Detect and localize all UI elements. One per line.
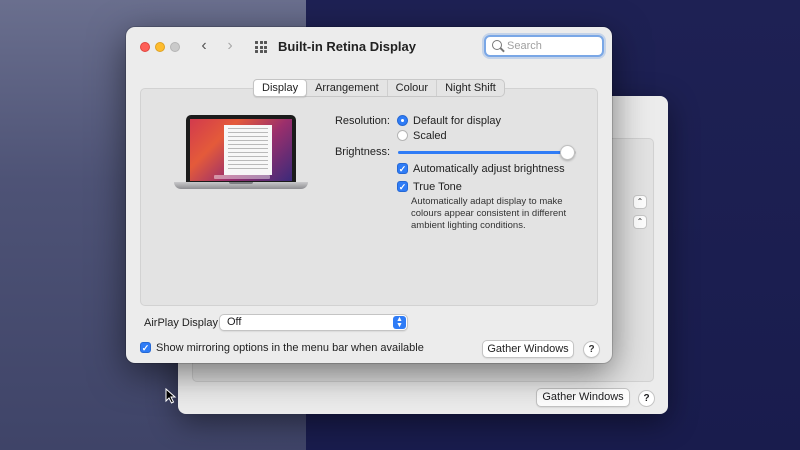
chevron-updown-icon: ▲ ▼: [393, 316, 406, 329]
airplay-display-value: Off: [227, 316, 242, 328]
search-input[interactable]: [507, 38, 597, 54]
laptop-screen-dock: [214, 175, 270, 179]
true-tone-checkbox[interactable]: ✓: [397, 181, 408, 192]
brightness-label: Brightness:: [334, 146, 390, 158]
window-title: Built-in Retina Display: [278, 39, 416, 54]
tab-bar: Display Arrangement Colour Night Shift: [253, 79, 505, 97]
auto-brightness-checkbox[interactable]: ✓: [397, 163, 408, 174]
show-mirroring-label[interactable]: Show mirroring options in the menu bar w…: [156, 342, 424, 354]
brightness-slider-knob[interactable]: [560, 145, 575, 160]
resolution-default-label[interactable]: Default for display: [413, 115, 501, 127]
airplay-display-select[interactable]: Off ▲ ▼: [219, 314, 408, 331]
help-button[interactable]: ?: [583, 341, 600, 358]
background-select-stepper-1[interactable]: ⌃: [633, 195, 647, 209]
airplay-display-label: AirPlay Display:: [144, 317, 222, 329]
tab-night-shift[interactable]: Night Shift: [437, 80, 504, 96]
display-preferences-window: ‹ › Built-in Retina Display Display Arra…: [126, 27, 612, 363]
macbook-illustration: [174, 115, 308, 193]
resolution-scaled-radio[interactable]: [397, 130, 408, 141]
brightness-slider[interactable]: [398, 145, 576, 160]
resolution-default-radio[interactable]: [397, 115, 408, 126]
laptop-notch: [229, 182, 253, 184]
gather-windows-button[interactable]: Gather Windows: [482, 340, 574, 358]
tab-colour[interactable]: Colour: [388, 80, 438, 96]
title-bar: ‹ › Built-in Retina Display: [126, 27, 612, 65]
true-tone-description: Automatically adapt display to make colo…: [411, 196, 567, 231]
background-help-button[interactable]: ?: [638, 390, 655, 407]
minimize-window-button[interactable]: [155, 42, 165, 52]
laptop-screen-document: [224, 125, 272, 175]
background-gather-windows-button[interactable]: Gather Windows: [536, 388, 630, 407]
forward-arrow-icon[interactable]: ›: [222, 37, 238, 55]
tab-display[interactable]: Display: [253, 79, 308, 97]
true-tone-label[interactable]: True Tone: [413, 181, 462, 193]
search-field[interactable]: [484, 35, 604, 57]
zoom-window-button[interactable]: [170, 42, 180, 52]
background-select-stepper-2[interactable]: ⌃: [633, 215, 647, 229]
brightness-slider-fill: [398, 151, 567, 154]
resolution-scaled-label[interactable]: Scaled: [413, 130, 447, 142]
close-window-button[interactable]: [140, 42, 150, 52]
show-all-grid-icon[interactable]: [255, 41, 267, 53]
laptop-screen: [190, 119, 292, 181]
back-arrow-icon[interactable]: ‹: [196, 37, 212, 55]
resolution-label: Resolution:: [334, 115, 390, 127]
mouse-pointer-icon: [165, 388, 177, 404]
tab-arrangement[interactable]: Arrangement: [307, 80, 388, 96]
search-icon: [492, 40, 502, 50]
laptop-lid: [186, 115, 296, 183]
auto-brightness-label[interactable]: Automatically adjust brightness: [413, 163, 565, 175]
show-mirroring-checkbox[interactable]: ✓: [140, 342, 151, 353]
